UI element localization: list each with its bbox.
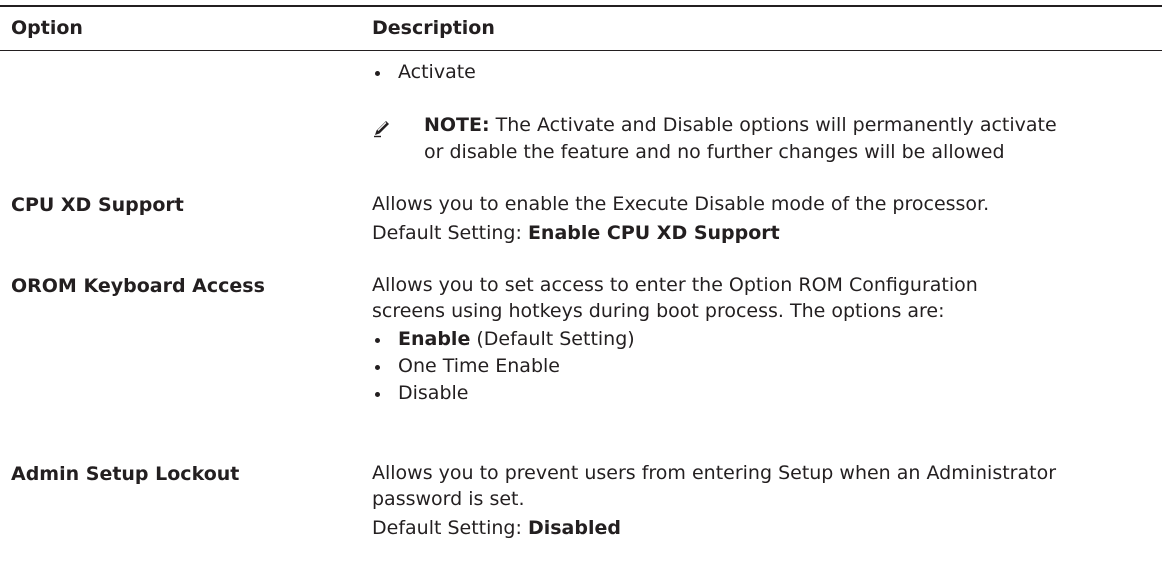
note-text: NOTE: The Activate and Disable options w… [424,112,1057,166]
description-admin-setup-lockout: Allows you to prevent users from enterin… [372,460,1152,541]
cpu-xd-default-value: Enable CPU XD Support [527,222,780,244]
orom-line-1: Allows you to set access to enter the Op… [372,274,978,296]
activate-continuation: Activate [372,59,1152,86]
cpu-xd-default-prefix: Default Setting: [372,222,528,244]
cpu-xd-line-1: Allows you to enable the Execute Disable… [372,193,990,215]
option-admin-setup-lockout: Admin Setup Lockout [11,463,240,485]
option-orom-keyboard-access: OROM Keyboard Access [11,275,265,297]
admin-default-prefix: Default Setting: [372,517,528,539]
orom-bullet-enable-rest: (Default Setting) [470,328,635,350]
orom-bullet-enable: Enable (Default Setting) [372,326,1152,353]
admin-line-2: password is set. [372,488,525,510]
header-rule [0,50,1162,51]
note-line-2: or disable the feature and no further ch… [424,141,1005,163]
orom-bullet-one-time-enable: One Time Enable [372,353,1152,380]
bullet-activate: Activate [372,59,1152,86]
pencil-note-icon [374,121,389,138]
admin-line-1: Allows you to prevent users from enterin… [372,462,1057,484]
admin-default-line: Default Setting: Disabled [372,515,1152,541]
option-cpu-xd-support: CPU XD Support [11,194,184,216]
admin-default-value: Disabled [527,517,621,539]
note-label: NOTE: [424,114,490,136]
orom-bullet-disable: Disable [372,380,1152,407]
bios-options-table: Option Description Activate NOTE: The Ac… [0,0,1162,571]
orom-line-2: screens using hotkeys during boot proces… [372,300,945,322]
note-line-1: The Activate and Disable options will pe… [489,114,1057,136]
description-orom-keyboard-access: Allows you to set access to enter the Op… [372,272,1152,407]
cpu-xd-default-line: Default Setting: Enable CPU XD Support [372,220,1152,246]
description-cpu-xd-support: Allows you to enable the Execute Disable… [372,191,1152,246]
option-column-header: Option [11,17,83,39]
table-top-rule [0,5,1162,7]
orom-bullet-enable-bold: Enable [398,328,471,350]
description-column-header: Description [372,17,495,39]
